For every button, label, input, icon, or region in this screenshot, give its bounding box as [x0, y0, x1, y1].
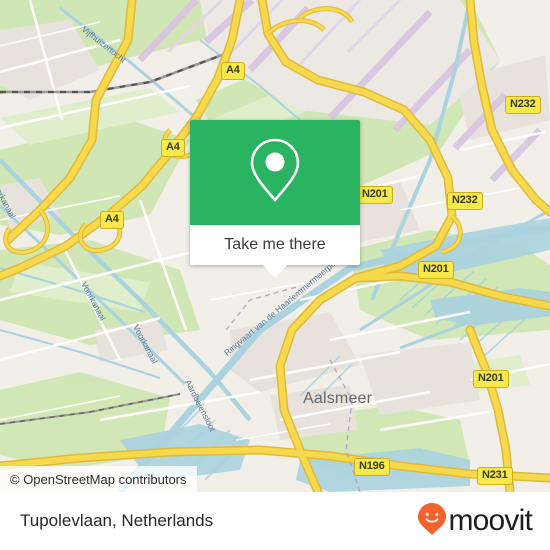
road-shield-n232[interactable]: N232: [447, 192, 483, 210]
destination-popup[interactable]: Take me there: [190, 120, 360, 278]
map-canvas[interactable]: Vijfhuizertocht Voorkanaal Voorkanaal Vo…: [0, 0, 550, 492]
take-me-there-label: Take me there: [224, 236, 326, 253]
road-shield-a4[interactable]: A4: [161, 139, 185, 157]
map-attribution[interactable]: © OpenStreetMap contributors: [0, 466, 197, 492]
popup-icon-area: [190, 120, 360, 225]
location-title: Tupolevlaan, Netherlands: [20, 511, 214, 530]
popup-tail-icon: [262, 264, 288, 278]
road-shield-n231[interactable]: N231: [477, 467, 513, 485]
moovit-wordmark: moovit: [448, 504, 532, 537]
footer-bar: Tupolevlaan, Netherlands moovit: [0, 492, 550, 550]
road-shield-n201[interactable]: N201: [473, 370, 509, 388]
attribution-text: © OpenStreetMap contributors: [10, 471, 187, 487]
road-shield-n196[interactable]: N196: [354, 458, 390, 476]
moovit-pin-icon: [417, 502, 447, 541]
road-shield-a4[interactable]: A4: [100, 211, 124, 229]
road-shield-n232[interactable]: N232: [505, 96, 541, 114]
take-me-there-button[interactable]: Take me there: [190, 225, 360, 278]
moovit-map-screenshot: Vijfhuizertocht Voorkanaal Voorkanaal Vo…: [0, 0, 550, 550]
map-pin-icon: [247, 136, 303, 209]
moovit-logo[interactable]: moovit: [417, 502, 533, 541]
road-shield-a4[interactable]: A4: [221, 62, 245, 80]
road-shield-n201[interactable]: N201: [418, 261, 454, 279]
road-shield-n201[interactable]: N201: [357, 186, 393, 204]
